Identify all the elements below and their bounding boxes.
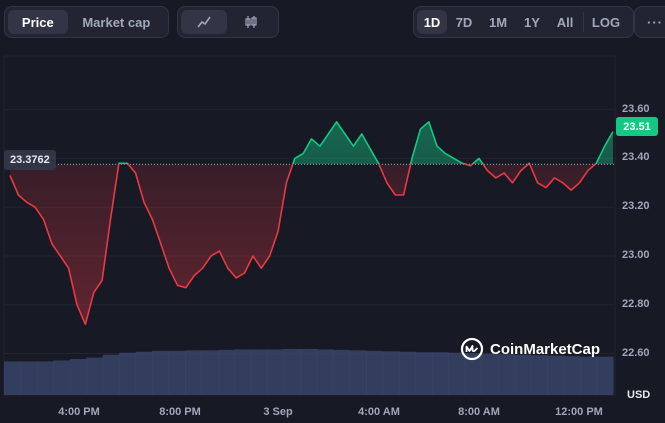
y-tick-label: 23.20 (622, 200, 650, 213)
volume-bar (563, 356, 581, 395)
volume-bar (596, 356, 614, 395)
x-tick-label: 8:00 PM (159, 406, 201, 418)
volume-bar (300, 348, 318, 395)
volume-bar (283, 348, 301, 395)
volume-bar (53, 360, 71, 395)
volume-bar (267, 349, 285, 395)
x-tick-label: 12:00 PM (555, 406, 603, 418)
coinmarketcap-logo-icon (460, 337, 484, 361)
currency-label: USD (627, 389, 651, 401)
y-tick-label: 22.60 (622, 346, 650, 359)
volume-bar (20, 361, 38, 395)
volume-bar (119, 352, 137, 395)
volume-bar (382, 351, 400, 395)
volume-bar (201, 350, 219, 395)
volume-bar (217, 349, 235, 395)
x-tick-label: 4:00 AM (358, 406, 400, 418)
y-tick-label: 22.80 (622, 297, 650, 310)
y-tick-label: 23.40 (622, 151, 650, 164)
brand-watermark: CoinMarketCap (460, 337, 600, 361)
volume-bar (36, 361, 54, 395)
volume-bar (4, 361, 21, 395)
volume-bar (168, 350, 186, 395)
volume-bar (530, 355, 548, 395)
x-tick-label: 3 Sep (263, 406, 293, 418)
y-tick-label: 23.60 (622, 102, 650, 115)
brand-name: CoinMarketCap (490, 340, 601, 358)
volume-bar (135, 351, 153, 395)
x-tick-label: 4:00 PM (58, 406, 100, 418)
volume-bar (366, 350, 384, 395)
current-price-label: 23.51 (616, 117, 658, 136)
volume-bar (547, 355, 565, 395)
y-tick-label: 23.00 (622, 248, 650, 261)
volume-bar (431, 352, 449, 395)
open-price-label: 23.3762 (4, 150, 56, 170)
volume-bar (399, 351, 416, 395)
volume-bar (102, 354, 120, 395)
volume-bar (580, 356, 598, 395)
volume-bar (349, 350, 367, 395)
x-tick-label: 8:00 AM (458, 406, 500, 418)
volume-bar (185, 350, 203, 395)
volume-bar (316, 349, 334, 395)
volume-bar (415, 352, 433, 395)
volume-bar (234, 349, 252, 395)
volume-bar (333, 349, 351, 395)
volume-bar (250, 349, 268, 395)
volume-bar (86, 357, 104, 395)
volume-bar (69, 359, 87, 395)
volume-bar (152, 350, 170, 395)
